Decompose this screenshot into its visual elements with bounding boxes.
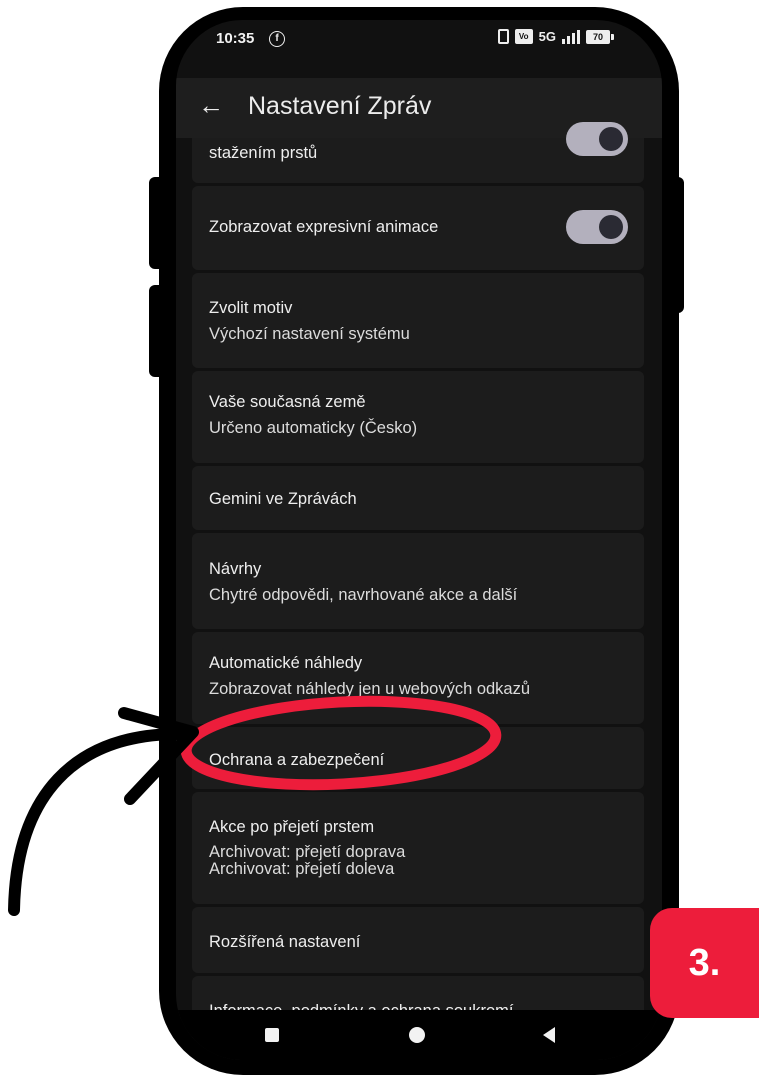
- step-badge: 3.: [650, 908, 759, 1018]
- annotation-overlay: [8, 695, 502, 916]
- highlight-ellipse: [180, 695, 502, 791]
